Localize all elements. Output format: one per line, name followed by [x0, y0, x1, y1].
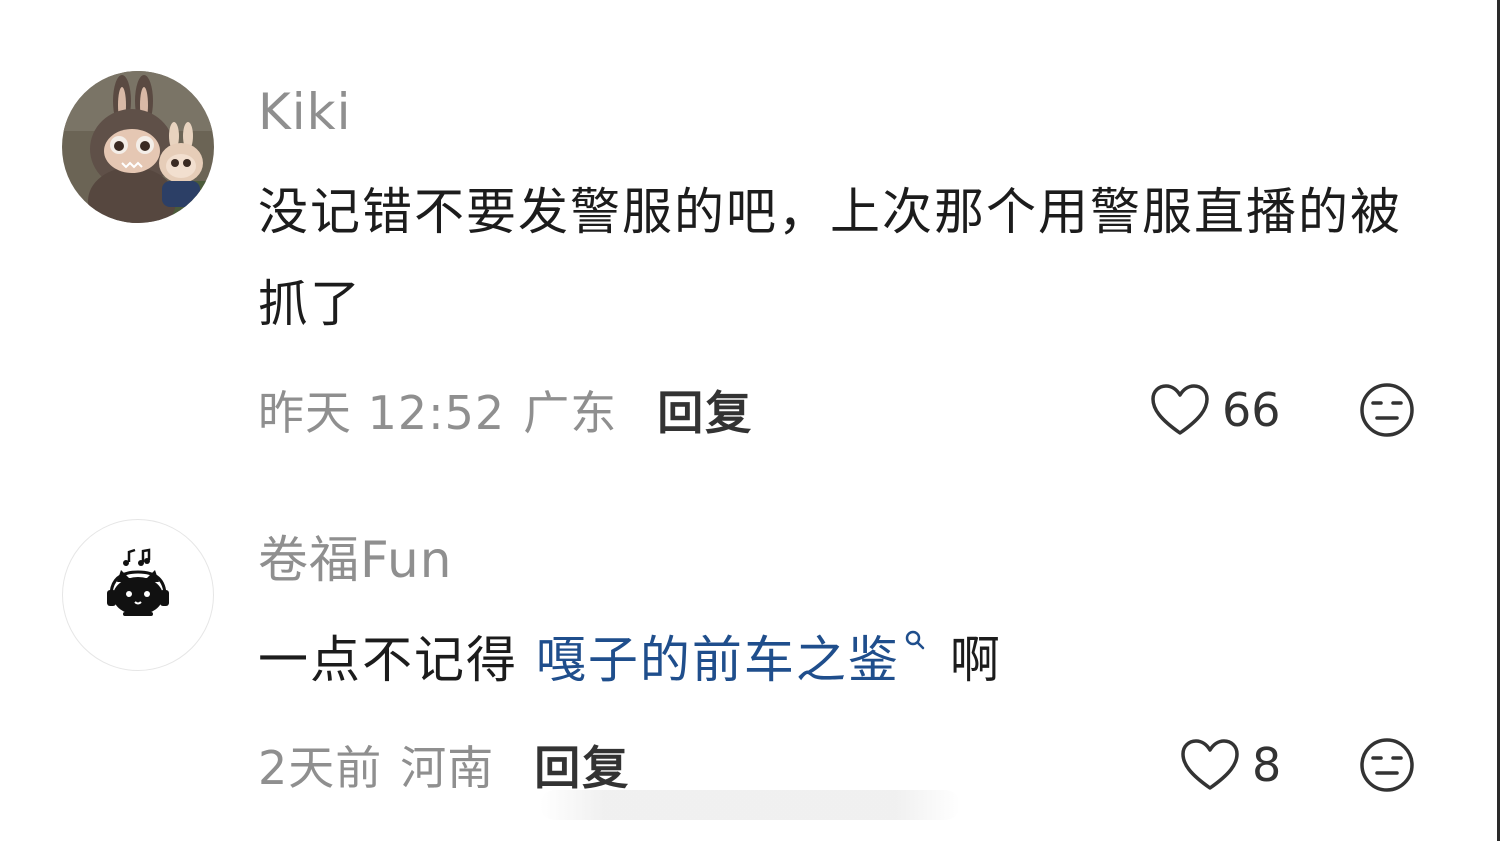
neutral-face-icon	[1360, 383, 1414, 437]
emoji-reaction-button[interactable]	[1357, 735, 1417, 795]
comment-username[interactable]: Kiki	[258, 84, 352, 140]
search-icon	[905, 630, 925, 650]
comment-text-before: 一点不记得	[258, 631, 518, 689]
neutral-face-icon	[1360, 738, 1414, 792]
emoji-reaction-button[interactable]	[1357, 380, 1417, 440]
search-topic-link-label: 嘎子的前车之鉴	[535, 631, 900, 689]
reply-button[interactable]: 回复	[534, 732, 630, 798]
cartoon-cat-headphones-avatar	[107, 548, 169, 616]
plush-toy-photo-avatar	[62, 71, 214, 223]
comment-username[interactable]: 卷福Fun	[258, 532, 452, 588]
like-count: 66	[1222, 383, 1281, 437]
avatar[interactable]	[62, 71, 214, 223]
reply-button[interactable]: 回复	[657, 377, 753, 443]
comment-location: 广东	[523, 386, 618, 440]
comment-location: 河南	[400, 741, 495, 795]
comment-text-after: 啊	[949, 631, 1002, 689]
comment-meta: 昨天 12:52 广东 回复	[258, 380, 753, 440]
watermark-fade	[540, 790, 960, 820]
like-button[interactable]: 66	[1150, 380, 1281, 440]
comment-text: 没记错不要发警服的吧，上次那个用警服直播的被抓了	[258, 183, 1402, 333]
heart-outline-icon	[1181, 739, 1239, 790]
comment-text: 一点不记得 嘎子的前车之鉴 啊	[258, 614, 1433, 706]
heart-outline-icon	[1151, 384, 1209, 435]
like-button[interactable]: 8	[1180, 735, 1281, 795]
search-topic-link[interactable]: 嘎子的前车之鉴	[535, 630, 932, 689]
avatar[interactable]	[62, 519, 214, 671]
like-count: 8	[1252, 738, 1282, 792]
comment-time: 2天前	[258, 741, 383, 795]
comment-meta: 2天前 河南 回复	[258, 735, 630, 795]
comment-time: 昨天 12:52	[258, 386, 506, 440]
